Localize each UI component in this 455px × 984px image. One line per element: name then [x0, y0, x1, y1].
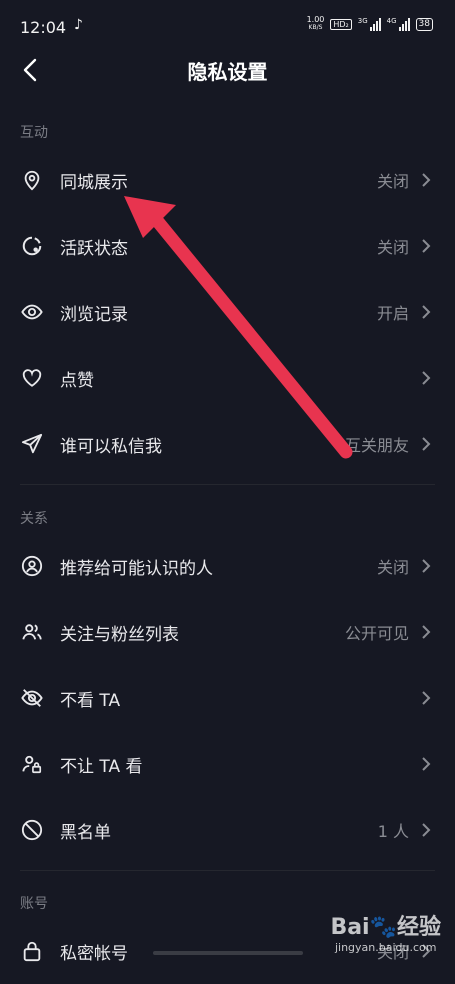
chevron-right-icon: [421, 172, 431, 188]
user-lock-icon: [20, 752, 44, 776]
row-recommend-to-contacts[interactable]: 推荐给可能认识的人 关闭: [0, 533, 455, 599]
section-header-account: 账号: [20, 896, 48, 912]
users-icon: [20, 620, 44, 644]
eye-icon: [20, 300, 44, 324]
chevron-right-icon: [421, 822, 431, 838]
row-who-can-message[interactable]: 谁可以私信我 互关朋友: [0, 411, 455, 477]
location-pin-icon: [20, 168, 44, 192]
row-label: 不看 TA: [60, 690, 121, 711]
row-value: 关闭: [376, 238, 409, 257]
hd-badge: HD₂: [330, 18, 352, 30]
row-block-ta-view[interactable]: 不让 TA 看: [0, 731, 455, 797]
watermark-url: jingyan.baidu.com: [334, 941, 437, 954]
signal-4g-label: 4G: [386, 17, 397, 25]
section-header-relations: 关系: [20, 511, 48, 527]
row-follow-fans-list[interactable]: 关注与粉丝列表 公开可见: [0, 599, 455, 665]
battery-indicator: 38: [415, 17, 433, 31]
home-indicator: [153, 951, 303, 955]
row-value: 关闭: [376, 172, 409, 191]
row-label: 推荐给可能认识的人: [60, 558, 213, 579]
row-browse-history[interactable]: 浏览记录 开启: [0, 279, 455, 345]
chevron-right-icon: [421, 756, 431, 772]
signal-3g-icon: 3G: [358, 17, 381, 31]
status-time: 12:04: [20, 18, 67, 37]
chevron-right-icon: [421, 624, 431, 640]
chevron-right-icon: [421, 238, 431, 254]
row-label: 谁可以私信我: [60, 436, 162, 457]
row-label: 黑名单: [60, 822, 111, 843]
chevron-right-icon: [421, 690, 431, 706]
lock-icon: [20, 939, 44, 963]
signal-4g-icon: 4G: [387, 17, 410, 31]
chevron-right-icon: [421, 370, 431, 386]
watermark: Bai🐾经验 jingyan.baidu.com: [330, 909, 441, 954]
network-speed-unit: KB/S: [308, 24, 323, 31]
user-circle-icon: [20, 554, 44, 578]
row-value: 互关朋友: [344, 436, 409, 455]
row-value: 1 人: [377, 822, 409, 841]
page-title: 隐私设置: [187, 60, 268, 84]
network-speed-value: 1.00: [306, 15, 325, 24]
row-value: 开启: [376, 304, 409, 323]
row-value: 关闭: [376, 558, 409, 577]
navigation-bar: 隐私设置: [0, 40, 455, 98]
section-divider: [20, 484, 435, 485]
row-label: 点赞: [60, 370, 94, 391]
row-likes[interactable]: 点赞: [0, 345, 455, 411]
watermark-logo: Bai🐾经验: [330, 915, 441, 940]
row-active-status[interactable]: 活跃状态 关闭: [0, 213, 455, 279]
ban-icon: [20, 818, 44, 842]
row-nearby-display[interactable]: 同城展示 关闭: [0, 147, 455, 213]
row-label: 关注与粉丝列表: [60, 624, 179, 645]
chevron-right-icon: [421, 304, 431, 320]
row-label: 不让 TA 看: [60, 756, 143, 777]
eye-off-icon: [20, 686, 44, 710]
network-speed: 1.00 KB/S: [307, 16, 325, 32]
chevron-right-icon: [421, 436, 431, 452]
active-status-icon: [20, 234, 44, 258]
row-dont-see-ta[interactable]: 不看 TA: [0, 665, 455, 731]
tiktok-notification-icon: ♪: [74, 17, 83, 33]
row-label: 同城展示: [60, 172, 128, 193]
status-indicators: 1.00 KB/S HD₂ 3G 4G 38: [307, 16, 433, 32]
row-value: 公开可见: [344, 624, 409, 643]
chevron-right-icon: [421, 558, 431, 574]
heart-icon: [20, 366, 44, 390]
section-header-interaction: 互动: [20, 125, 48, 141]
signal-3g-label: 3G: [357, 17, 368, 25]
send-icon: [20, 432, 44, 456]
row-label: 活跃状态: [60, 238, 128, 259]
row-label: 浏览记录: [60, 304, 128, 325]
section-divider: [20, 870, 435, 871]
row-blacklist[interactable]: 黑名单 1 人: [0, 797, 455, 863]
